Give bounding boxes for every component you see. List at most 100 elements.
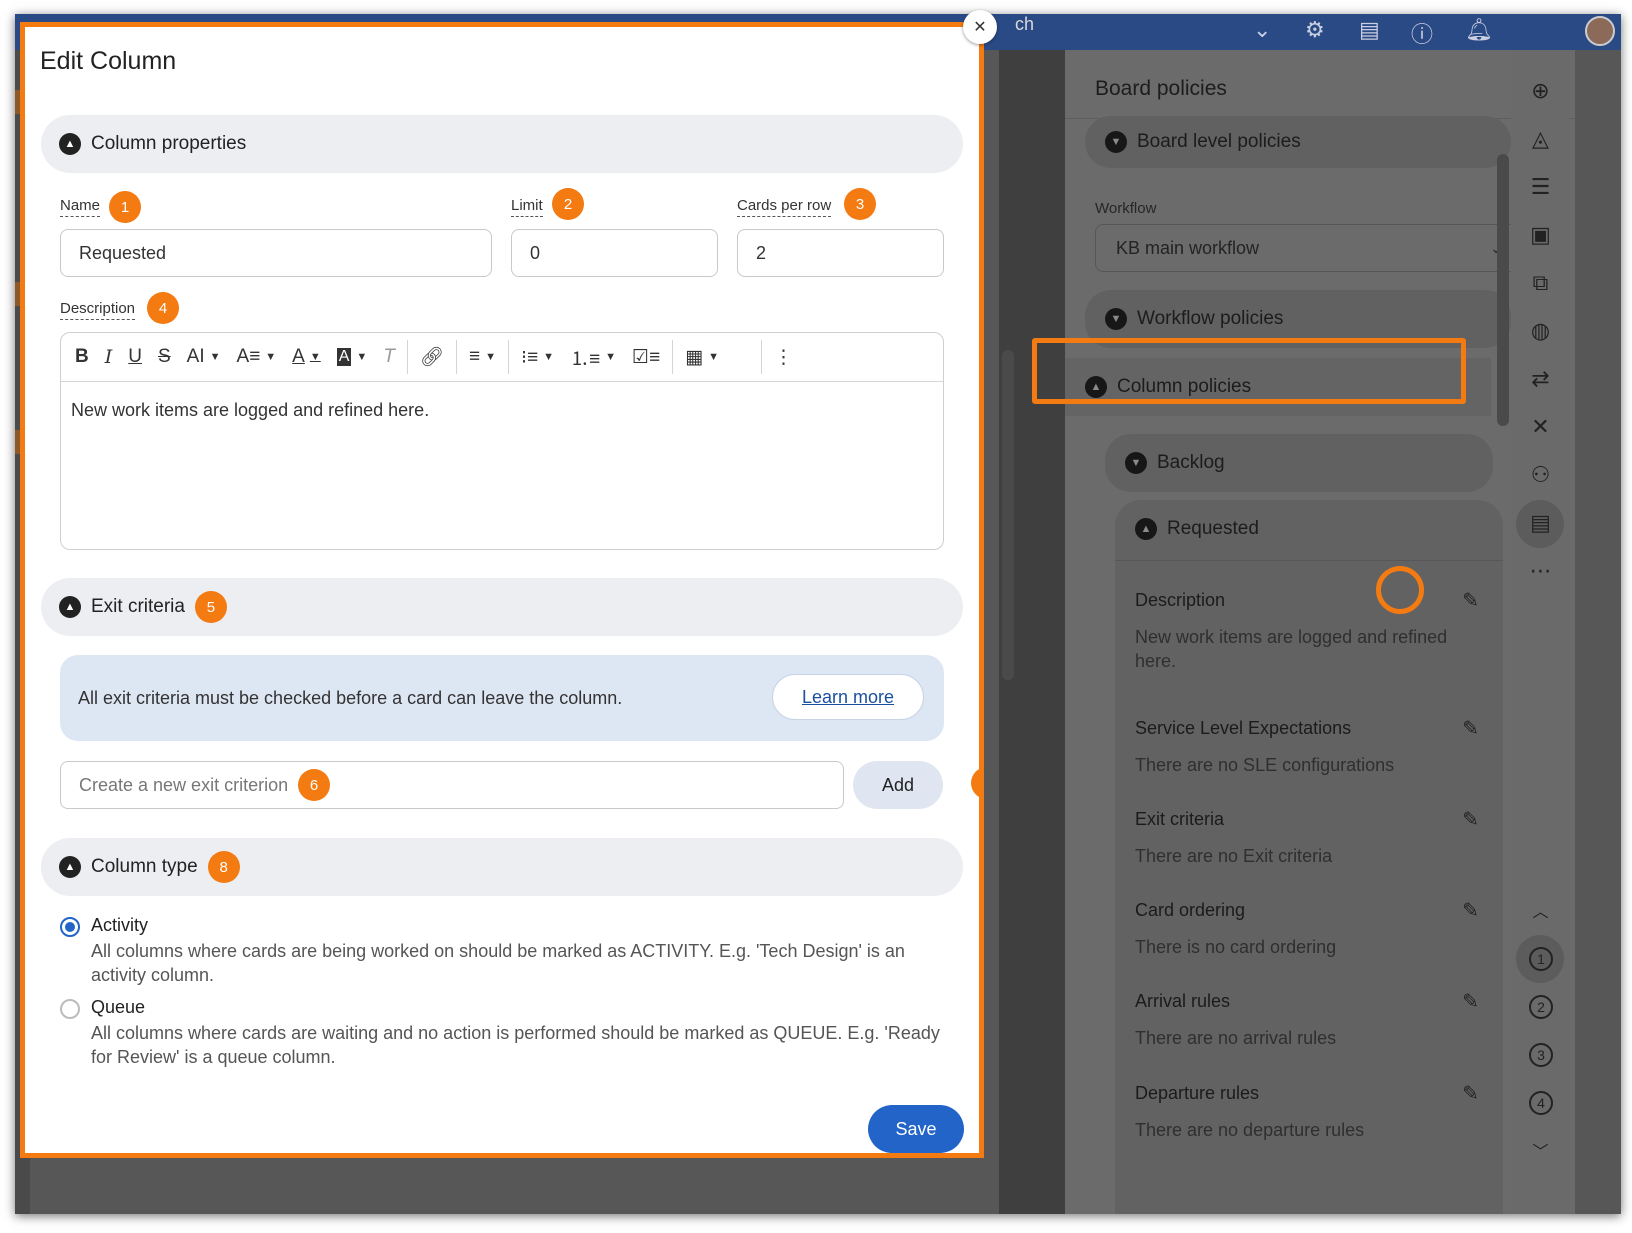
document-icon[interactable]: ▤: [1359, 17, 1380, 43]
step-1-icon[interactable]: 1: [1529, 947, 1553, 971]
align-icon[interactable]: ≡ ▼: [461, 333, 504, 382]
policy-sle: Service Level Expectations There are no …: [1135, 718, 1465, 777]
learn-more-link[interactable]: Learn more: [772, 674, 924, 720]
modal-scrollbar[interactable]: [1002, 350, 1014, 680]
italic-icon[interactable]: I: [97, 333, 121, 382]
more-icon[interactable]: ⋮: [766, 333, 801, 382]
queue-label[interactable]: Queue: [91, 997, 145, 1018]
exit-criteria-info: All exit criteria must be checked before…: [60, 655, 944, 741]
workflow-policies-label: Workflow policies: [1137, 308, 1284, 329]
clear-format-icon[interactable]: T: [375, 333, 403, 382]
description-text[interactable]: New work items are logged and refined he…: [71, 400, 429, 421]
cards-per-row-value: 2: [756, 242, 767, 263]
add-user-icon[interactable]: ⚇: [1511, 462, 1570, 488]
font-size-icon[interactable]: AI ▼: [179, 333, 229, 382]
column-properties-section[interactable]: ▲ Column properties: [41, 115, 963, 173]
chevron-down-icon[interactable]: ﹀: [1511, 1138, 1570, 1162]
criterion-placeholder: Create a new exit criterion: [79, 774, 289, 795]
edit-arrival-rules-pencil-icon[interactable]: ✎: [1462, 989, 1479, 1014]
cards-per-row-label: Cards per row: [737, 197, 832, 217]
requested-column-toggle[interactable]: ▲ Requested: [1115, 500, 1503, 558]
toolbar-divider: [456, 340, 458, 374]
name-field[interactable]: Requested: [60, 229, 492, 277]
activity-label[interactable]: Activity: [91, 915, 148, 936]
save-button[interactable]: Save: [868, 1105, 964, 1153]
exit-criteria-section[interactable]: ▲ Exit criteria 5: [41, 578, 963, 636]
activity-radio[interactable]: [60, 917, 80, 937]
new-exit-criterion-input[interactable]: Create a new exit criterion 6: [60, 761, 844, 809]
avatar[interactable]: [1585, 16, 1615, 46]
edit-column-modal: Edit Column ▲ Column properties Name 1 L…: [20, 22, 984, 1158]
description-label: Description: [60, 300, 136, 320]
edit-card-ordering-pencil-icon[interactable]: ✎: [1462, 898, 1479, 923]
chevron-up-icon: ▲: [59, 596, 81, 618]
palette-icon[interactable]: ◍: [1511, 318, 1570, 344]
policy-departure-rules: Departure rules There are no departure r…: [1135, 1083, 1465, 1142]
chevron-up-icon: ▲: [1135, 518, 1157, 540]
gear-icon[interactable]: ⚙: [1305, 17, 1325, 43]
bullet-list-icon[interactable]: ⁝≡ ▼: [513, 333, 562, 382]
backlog-column-toggle[interactable]: ▼ Backlog: [1105, 434, 1493, 492]
help-icon[interactable]: ⓘ: [1411, 17, 1433, 49]
bold-icon[interactable]: B: [67, 333, 97, 382]
editor-toolbar: B I U S AI ▼ A≡ ▼ A ▼ A ▼ T 🔗︎ ≡ ▼ ⁝≡ ▼ ⒈≡ ▼ ☑≡…: [61, 333, 943, 382]
policy-heading: Exit criteria: [1135, 809, 1225, 829]
toolbar-divider: [672, 340, 674, 374]
policy-heading: Departure rules: [1135, 1083, 1260, 1103]
queue-radio[interactable]: [60, 999, 80, 1019]
column-policies-highlight: [1032, 338, 1466, 404]
limit-field[interactable]: 0: [511, 229, 718, 277]
name-value: Requested: [79, 242, 167, 263]
edit-departure-rules-pencil-icon[interactable]: ✎: [1462, 1081, 1479, 1106]
tools-icon[interactable]: ✕: [1511, 414, 1570, 440]
font-color-icon[interactable]: A ▼: [284, 333, 329, 382]
numbered-list-icon[interactable]: ⒈≡ ▼: [562, 333, 624, 382]
column-type-section[interactable]: ▲ Column type 8: [41, 838, 963, 896]
chevron-down-icon[interactable]: ⌄: [1253, 17, 1271, 43]
activity-description: All columns where cards are being worked…: [91, 941, 905, 985]
checklist-icon[interactable]: ☑≡: [624, 333, 668, 382]
more-icon[interactable]: ⋯: [1511, 558, 1570, 584]
strikethrough-icon[interactable]: S: [150, 333, 179, 382]
chevron-up-icon[interactable]: ︿: [1511, 898, 1570, 922]
policies-document-icon[interactable]: ▤: [1511, 510, 1570, 536]
edit-exit-criteria-pencil-icon[interactable]: ✎: [1462, 807, 1479, 832]
panel-scrollbar[interactable]: [1497, 154, 1509, 426]
divider: [1115, 560, 1503, 561]
policy-card-ordering: Card ordering There is no card ordering: [1135, 900, 1465, 959]
description-editor[interactable]: B I U S AI ▼ A≡ ▼ A ▼ A ▼ T 🔗︎ ≡ ▼ ⁝≡ ▼ ⒈≡ ▼ ☑≡…: [60, 332, 944, 550]
hierarchy-icon[interactable]: ⧉: [1511, 270, 1570, 296]
workflow-select[interactable]: KB main workflow ⌄: [1095, 224, 1523, 272]
underline-icon[interactable]: U: [120, 333, 150, 382]
cards-per-row-field[interactable]: 2: [737, 229, 944, 277]
step-badge: 3: [844, 188, 876, 220]
step-3-icon[interactable]: 3: [1529, 1043, 1553, 1067]
link-icon[interactable]: 🔗︎: [412, 333, 452, 382]
policy-heading: Service Level Expectations: [1135, 718, 1352, 738]
toolbar-divider: [508, 340, 510, 374]
highlight-icon[interactable]: A ▼: [329, 333, 376, 382]
search-text-fragment[interactable]: ch: [1015, 14, 1034, 35]
policy-heading: Arrival rules: [1135, 991, 1231, 1011]
step-badge: 6: [298, 769, 331, 801]
step-badge: 8: [207, 851, 240, 883]
edit-sle-pencil-icon[interactable]: ✎: [1462, 716, 1479, 741]
briefcase-icon[interactable]: ▣: [1511, 222, 1570, 248]
step-2-icon[interactable]: 2: [1529, 995, 1553, 1019]
font-family-icon[interactable]: A≡ ▼: [229, 333, 285, 382]
add-criterion-button[interactable]: Add: [853, 761, 943, 809]
close-icon[interactable]: ✕: [963, 10, 997, 44]
step-4-icon[interactable]: 4: [1529, 1091, 1553, 1115]
shapes-icon[interactable]: ◬: [1511, 126, 1570, 152]
edit-description-pencil-icon[interactable]: ✎: [1462, 588, 1479, 613]
swap-icon[interactable]: ⇄: [1511, 366, 1570, 392]
background-board-strip: [999, 50, 1065, 1214]
board-level-policies-toggle[interactable]: ▼ Board level policies: [1085, 116, 1511, 168]
table-icon[interactable]: ▦ ▼: [677, 333, 727, 382]
policy-text: New work items are logged and refined he…: [1135, 627, 1448, 671]
limit-label: Limit: [511, 197, 543, 217]
add-icon[interactable]: ⊕: [1511, 78, 1570, 104]
bell-icon[interactable]: 🔔︎: [1465, 17, 1493, 43]
filter-icon[interactable]: ☰: [1511, 174, 1570, 200]
section-title: Column type: [91, 856, 198, 877]
